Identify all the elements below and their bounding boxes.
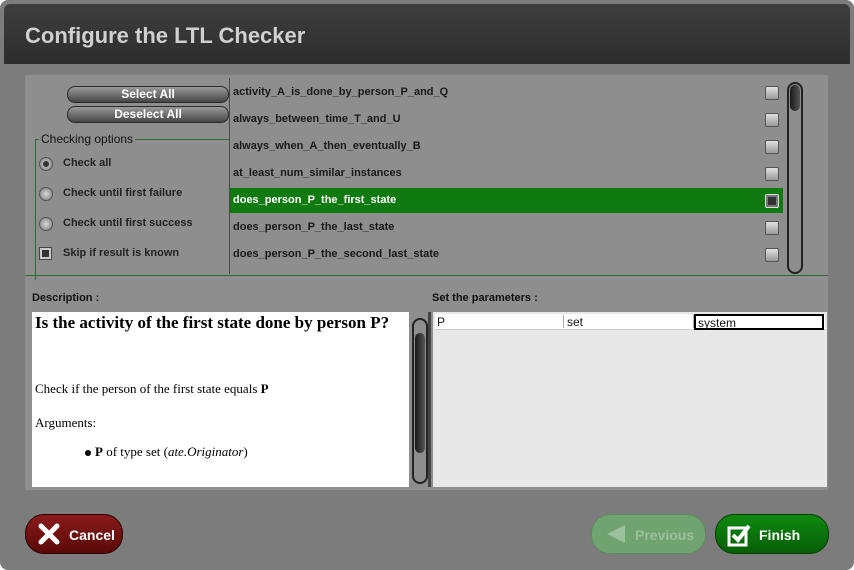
- option-label: Check until first success: [63, 217, 193, 229]
- radio-until-failure[interactable]: [39, 187, 53, 201]
- cancel-label: Cancel: [69, 527, 115, 543]
- formula-label: at_least_num_similar_instances: [233, 167, 402, 179]
- checking-options-legend: Checking options: [39, 132, 136, 146]
- formula-label: activity_A_is_done_by_person_P_and_Q: [233, 86, 449, 98]
- description-scrollbar[interactable]: [412, 318, 428, 484]
- formula-checkbox[interactable]: [765, 167, 779, 181]
- scrollbar-thumb[interactable]: [790, 85, 800, 111]
- parameters-label: Set the parameters :: [432, 292, 538, 304]
- finish-button[interactable]: Finish: [715, 514, 829, 554]
- pane-splitter[interactable]: [428, 312, 431, 487]
- checkbox-skip-known[interactable]: [39, 247, 52, 260]
- previous-button[interactable]: Previous: [591, 514, 706, 554]
- option-label: Skip if result is known: [63, 247, 180, 259]
- formula-list[interactable]: activity_A_is_done_by_person_P_and_Q alw…: [229, 78, 783, 274]
- option-label: Check all: [63, 157, 112, 169]
- formula-row[interactable]: does_person_P_the_second_last_state: [230, 242, 783, 267]
- description-panel: Is the activity of the first state done …: [32, 312, 409, 487]
- arguments-label: Arguments:: [35, 415, 97, 430]
- description-heading: Is the activity of the first state done …: [35, 313, 390, 332]
- parameter-row[interactable]: P set system: [435, 314, 825, 330]
- bullet-icon: [85, 450, 91, 457]
- param-value-input[interactable]: system: [694, 314, 824, 330]
- description-check-text: Check if the person of the first state e…: [35, 381, 269, 396]
- formula-row-selected[interactable]: does_person_P_the_first_state: [230, 188, 783, 213]
- param-name-cell: P: [435, 315, 564, 329]
- formula-checkbox[interactable]: [765, 194, 779, 208]
- parameters-table: P set system: [433, 312, 827, 487]
- formula-row[interactable]: always_when_A_then_eventually_B: [230, 134, 783, 159]
- scrollbar-thumb[interactable]: [415, 333, 425, 453]
- formula-label: does_person_P_the_last_state: [233, 221, 395, 233]
- formula-label: always_when_A_then_eventually_B: [233, 140, 421, 152]
- cancel-button[interactable]: Cancel: [25, 514, 123, 554]
- formula-label: does_person_P_the_second_last_state: [233, 248, 440, 260]
- formula-row[interactable]: always_between_time_T_and_U: [230, 107, 783, 132]
- arrow-left-icon: [607, 525, 625, 543]
- window-title: Configure the LTL Checker: [25, 23, 306, 48]
- formula-label: does_person_P_the_first_state: [233, 194, 397, 206]
- select-all-button[interactable]: Select All: [67, 86, 229, 103]
- previous-label: Previous: [635, 527, 695, 543]
- option-label: Check until first failure: [63, 187, 183, 199]
- ltl-config-dialog: Configure the LTL Checker Select All Des…: [0, 0, 854, 570]
- formula-list-scrollbar[interactable]: [787, 82, 803, 274]
- checkmark-icon: [727, 524, 751, 547]
- param-type-cell: set: [565, 315, 694, 329]
- close-x-icon: [38, 523, 60, 545]
- formula-checkbox[interactable]: [765, 113, 779, 127]
- config-panel: Select All Deselect All Checking options…: [25, 75, 828, 490]
- formula-checkbox[interactable]: [765, 86, 779, 100]
- finish-label: Finish: [759, 527, 801, 543]
- formula-checkbox[interactable]: [765, 248, 779, 262]
- description-label: Description :: [32, 292, 100, 304]
- radio-check-all[interactable]: [39, 157, 53, 171]
- section-divider: [25, 275, 828, 276]
- radio-until-success[interactable]: [39, 217, 53, 231]
- formula-checkbox[interactable]: [765, 140, 779, 154]
- deselect-all-button[interactable]: Deselect All: [67, 106, 229, 123]
- formula-row[interactable]: activity_A_is_done_by_person_P_and_Q: [230, 80, 783, 105]
- formula-checkbox[interactable]: [765, 221, 779, 235]
- formula-row[interactable]: does_person_P_the_last_state: [230, 215, 783, 240]
- formula-label: always_between_time_T_and_U: [233, 113, 401, 125]
- argument-item: P of type set (ate.Originator): [85, 444, 248, 460]
- title-bar: Configure the LTL Checker: [4, 4, 850, 64]
- formula-row[interactable]: at_least_num_similar_instances: [230, 161, 783, 186]
